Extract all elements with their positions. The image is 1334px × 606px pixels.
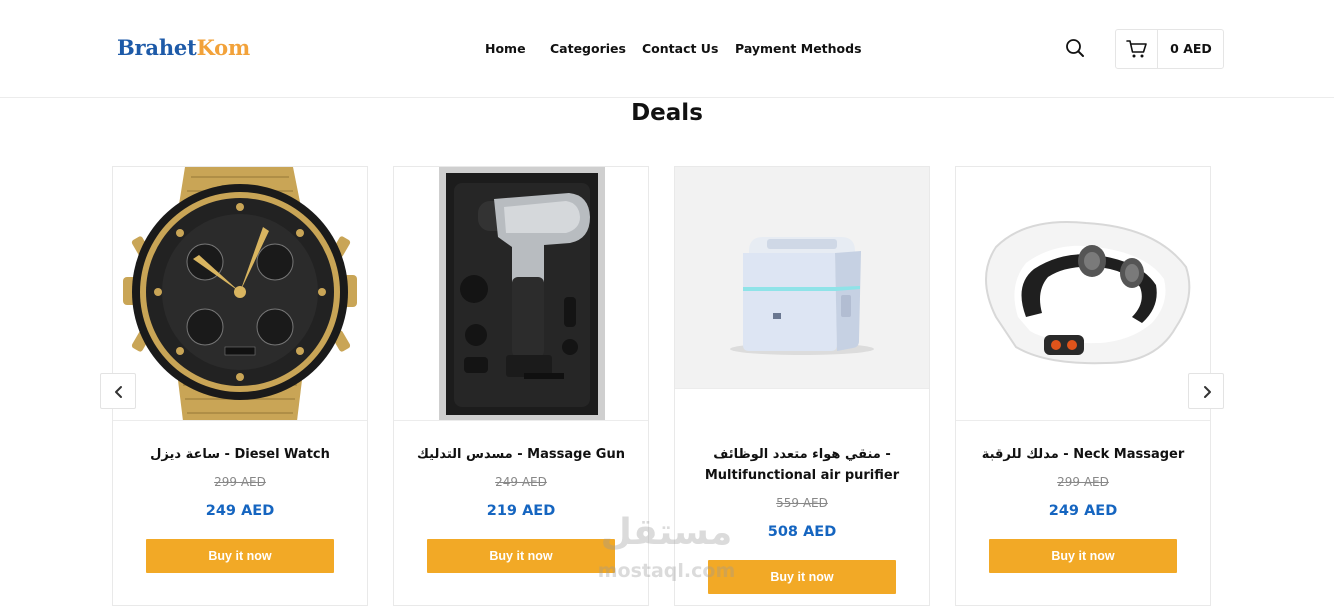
product-image-air-purifier[interactable]	[675, 167, 929, 389]
product-old-price: 559 AED	[776, 496, 828, 510]
product-card[interactable]: ساعة ديزل - Diesel Watch 299 AED 249 AED…	[112, 166, 368, 606]
product-name[interactable]: مسدس التدليك - Massage Gun	[404, 444, 638, 465]
product-old-price: 299 AED	[214, 475, 266, 489]
product-old-price: 249 AED	[495, 475, 547, 489]
section-title: Deals	[631, 100, 703, 126]
product-new-price: 249 AED	[1048, 503, 1118, 519]
nav-payment-methods[interactable]: Payment Methods	[735, 41, 862, 56]
watermark: مستقل mostaql.com	[584, 512, 749, 587]
nav-home[interactable]: Home	[485, 41, 526, 56]
chevron-right-icon	[1204, 386, 1211, 398]
site-header: BrahetKom Home Categories Contact Us Pay…	[0, 0, 1334, 98]
buy-now-button[interactable]: Buy it now	[146, 539, 334, 573]
search-icon[interactable]	[1064, 37, 1086, 59]
product-image-watch[interactable]	[113, 167, 367, 421]
cart-total: 0 AED	[1170, 41, 1212, 56]
buy-now-button[interactable]: Buy it now	[989, 539, 1177, 573]
watermark-latin: mostaql.com	[597, 560, 736, 582]
chevron-left-icon	[115, 386, 122, 398]
carousel-next-button[interactable]	[1188, 373, 1224, 409]
cart-button[interactable]: 0 AED	[1115, 29, 1224, 69]
product-old-price: 299 AED	[1057, 475, 1109, 489]
product-name[interactable]: ساعة ديزل - Diesel Watch	[123, 444, 357, 465]
product-card[interactable]: مدلك للرقبة - Neck Massager 299 AED 249 …	[955, 166, 1211, 606]
watermark-arabic: مستقل	[600, 512, 733, 553]
product-image-neck-massager[interactable]	[956, 167, 1210, 421]
shopping-cart-icon	[1126, 39, 1148, 59]
product-name[interactable]: مدلك للرقبة - Neck Massager	[966, 444, 1200, 465]
product-image-massage-gun[interactable]	[394, 167, 648, 421]
nav-categories[interactable]: Categories	[550, 41, 626, 56]
nav-contact-us[interactable]: Contact Us	[642, 41, 718, 56]
product-name[interactable]: منقي هواء متعدد الوظائف - Multifunctiona…	[685, 444, 919, 486]
product-new-price: 249 AED	[205, 503, 275, 519]
carousel-prev-button[interactable]	[100, 373, 136, 409]
